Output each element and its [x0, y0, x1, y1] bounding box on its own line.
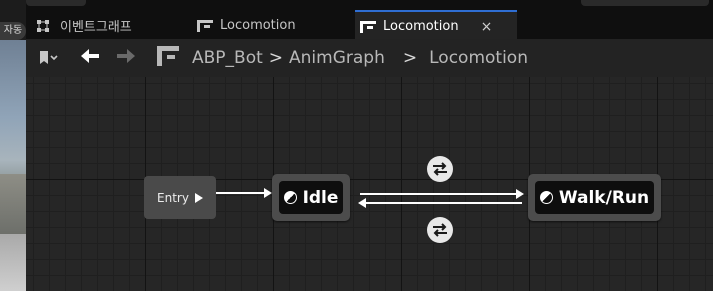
- arrowhead-icon: [516, 189, 524, 199]
- close-icon[interactable]: ×: [481, 19, 493, 35]
- state-label: Idle: [302, 187, 339, 208]
- document-tab-bar: 이벤트그래프 Locomotion Locomotion ×: [26, 0, 713, 41]
- state-machine-icon: [196, 19, 214, 33]
- graph-canvas[interactable]: Entry Idle Walk/Run: [26, 77, 713, 291]
- tab-label: 이벤트그래프: [60, 20, 132, 35]
- arrowhead-icon: [358, 198, 366, 208]
- forward-button[interactable]: [116, 48, 136, 68]
- breadcrumb-item-abp-bot[interactable]: ABP_Bot: [192, 48, 263, 68]
- state-icon: [539, 191, 553, 204]
- viewport-mode-badge[interactable]: 자동: [0, 22, 26, 40]
- state-node-walk-run[interactable]: Walk/Run: [528, 174, 661, 221]
- bookmark-button[interactable]: [38, 50, 60, 66]
- arrowhead-icon: [264, 188, 272, 198]
- tab-label: Locomotion: [220, 18, 296, 33]
- state-label: Walk/Run: [558, 187, 650, 208]
- tab-label: Locomotion: [383, 19, 459, 34]
- bookmark-icon: [40, 51, 58, 64]
- viewport-preview-floor: [0, 234, 26, 291]
- tab-locomotion[interactable]: Locomotion: [196, 12, 296, 39]
- viewport-preview: [0, 40, 26, 234]
- transition-rule-icon[interactable]: [427, 156, 453, 182]
- state-node-idle[interactable]: Idle: [272, 174, 350, 221]
- tab-event-graph[interactable]: 이벤트그래프: [36, 12, 132, 39]
- arrow-right-icon: [117, 49, 135, 63]
- state-machine-icon: [156, 45, 180, 71]
- state-machine-icon: [359, 20, 377, 34]
- tab-strip-divider: [581, 0, 709, 6]
- breadcrumb-item-animgraph[interactable]: AnimGraph: [289, 48, 385, 68]
- transition-rule-icon[interactable]: [427, 217, 453, 243]
- arrow-left-icon: [81, 49, 99, 63]
- state-icon: [283, 191, 297, 204]
- tab-locomotion-active[interactable]: Locomotion ×: [355, 10, 517, 41]
- breadcrumb-item-locomotion[interactable]: Locomotion: [429, 48, 528, 68]
- left-viewport-strip: 자동: [0, 0, 26, 291]
- tab-strip-divider: [26, 0, 86, 6]
- event-graph-icon: [36, 19, 54, 33]
- breadcrumb-separator: >: [268, 48, 284, 68]
- breadcrumb-separator: >: [402, 48, 418, 68]
- breadcrumb: ABP_Bot > AnimGraph > Locomotion: [26, 39, 713, 77]
- back-button[interactable]: [80, 48, 100, 68]
